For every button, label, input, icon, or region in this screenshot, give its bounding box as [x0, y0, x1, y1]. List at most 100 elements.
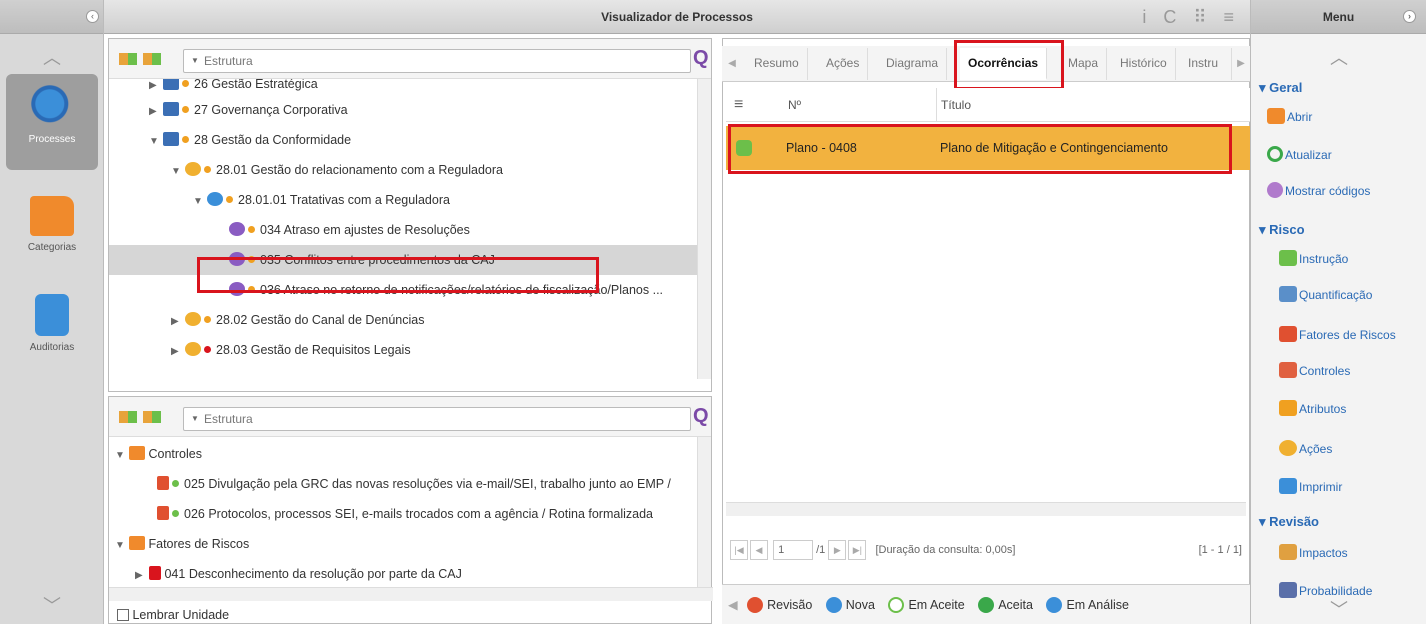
- nav-label-processes: Processes: [28, 134, 76, 145]
- menu-section-risco[interactable]: ▾ Risco: [1259, 222, 1305, 238]
- tab-historico[interactable]: Histórico: [1112, 48, 1176, 80]
- menu-scroll-down-icon[interactable]: ﹀: [1251, 596, 1426, 624]
- collapse-left-icon[interactable]: ‹: [86, 10, 99, 23]
- next-page-icon[interactable]: ▶: [828, 540, 847, 560]
- tree-list: ▶ 26 Gestão Estratégica ▶ 27 Governança Co…: [109, 79, 699, 391]
- collapse-menu-icon[interactable]: ›: [1403, 10, 1416, 23]
- search-icon[interactable]: Q: [693, 47, 709, 70]
- menu-item-label: Imprimir: [1299, 480, 1343, 494]
- menu-item-label: Ações: [1299, 442, 1333, 456]
- column-number[interactable]: Nº: [788, 88, 801, 122]
- grid-horizontal-scrollbar[interactable]: [726, 502, 1246, 516]
- tree-node-label: Controles: [148, 447, 202, 461]
- action-label: Em Análise: [1066, 598, 1129, 612]
- last-page-icon[interactable]: ▶|: [848, 540, 867, 560]
- tab-diagrama[interactable]: Diagrama: [878, 48, 948, 80]
- flask-icon: [1046, 597, 1063, 613]
- folder-icon: [129, 536, 145, 550]
- menu-item-mostrar-codigos[interactable]: Mostrar códigos: [1267, 178, 1370, 204]
- actions-scroll-left-icon[interactable]: ◀: [728, 598, 738, 612]
- page-title: Visualizador de Processos: [601, 10, 753, 24]
- tree-node[interactable]: ▼ Fatores de Riscos: [115, 529, 249, 559]
- vertical-scrollbar[interactable]: [697, 79, 711, 379]
- tab-instru[interactable]: Instru: [1180, 48, 1232, 80]
- menu-section-revisao[interactable]: ▾ Revisão: [1259, 514, 1319, 530]
- nav-item-categorias[interactable]: Categorias: [6, 186, 98, 266]
- horizontal-scrollbar[interactable]: [109, 587, 713, 601]
- nav-scroll-up-icon[interactable]: ︿: [0, 40, 104, 76]
- menu-item-abrir[interactable]: Abrir: [1267, 104, 1312, 130]
- tabs-scroll-left-icon[interactable]: ◀: [724, 48, 740, 80]
- highlight-box: [197, 257, 599, 293]
- action-nova-button[interactable]: Nova: [825, 597, 875, 613]
- menu-item-label: Fatores de Riscos: [1299, 328, 1396, 342]
- tree-node[interactable]: ▶ 27 Governança Corporativa: [149, 95, 348, 125]
- action-bar: ◀ Revisão Nova Em Aceite Aceita Em Análi…: [722, 584, 1250, 624]
- left-nav-header: ‹: [0, 0, 103, 34]
- tabs-scroll-right-icon[interactable]: ▶: [1234, 48, 1248, 80]
- menu-item-atributos[interactable]: Atributos: [1279, 396, 1346, 422]
- tree-node-label: 025 Divulgação pela GRC das novas resolu…: [184, 477, 671, 491]
- menu-section-geral[interactable]: ▾ Geral: [1259, 80, 1302, 96]
- calculator-icon: [1279, 286, 1297, 302]
- gear-icon: [185, 312, 201, 326]
- structure-dropdown[interactable]: Estrutura: [183, 407, 691, 431]
- tree-node-label: 28.01.01 Tratativas com a Reguladora: [238, 193, 450, 207]
- action-em-aceite-button[interactable]: Em Aceite: [888, 597, 965, 613]
- tree-node[interactable]: 026 Protocolos, processos SEI, e-mails t…: [157, 499, 653, 529]
- risk-factor-icon: [1279, 326, 1297, 342]
- column-title[interactable]: Título: [936, 88, 971, 122]
- menu-item-acoes[interactable]: Ações: [1279, 436, 1332, 462]
- tab-resumo[interactable]: Resumo: [746, 48, 808, 80]
- grid-menu-icon[interactable]: ≡: [734, 88, 743, 122]
- gear-icon: [185, 342, 201, 356]
- tab-acoes[interactable]: Ações: [818, 48, 869, 80]
- detail-tree-panel: Estrutura Q ▼ Controles 025 Divulgação p…: [108, 396, 713, 625]
- tree-node-label: 26 Gestão Estratégica: [194, 79, 318, 91]
- nav-scroll-down-icon[interactable]: ﹀: [0, 588, 104, 624]
- prev-page-icon[interactable]: ◀: [750, 540, 768, 560]
- tab-mapa[interactable]: Mapa: [1060, 48, 1108, 80]
- remember-unit-checkbox[interactable]: Lembrar Unidade: [117, 605, 229, 625]
- menu-item-atualizar[interactable]: Atualizar: [1267, 142, 1332, 168]
- tree-node-label: 28.01 Gestão do relacionamento com a Reg…: [216, 163, 503, 177]
- tree-node-label: 28 Gestão da Conformidade: [194, 133, 352, 147]
- tree-node[interactable]: 025 Divulgação pela GRC das novas resolu…: [157, 469, 671, 499]
- tree-node[interactable]: ▼ Controles: [115, 439, 202, 469]
- menu-item-quantificacao[interactable]: Quantificação: [1279, 282, 1372, 308]
- tree-node[interactable]: ▼ 28 Gestão da Conformidade: [149, 125, 351, 155]
- structure-dropdown[interactable]: Estrutura: [183, 49, 691, 73]
- menu-item-impactos[interactable]: Impactos: [1279, 540, 1348, 566]
- folder-icon: [129, 446, 145, 460]
- tree-node[interactable]: ▼ 28.01.01 Tratativas com a Reguladora: [193, 185, 450, 215]
- first-page-icon[interactable]: |◀: [730, 540, 748, 560]
- tree-node[interactable]: ▶ 041 Desconhecimento da resolução por p…: [135, 559, 462, 587]
- menu-item-imprimir[interactable]: Imprimir: [1279, 474, 1342, 500]
- section-title: Geral: [1269, 80, 1303, 95]
- query-duration: [Duração da consulta: 0,00s]: [875, 544, 1016, 556]
- nav-item-processes[interactable]: Processes: [6, 74, 98, 170]
- menu-scroll-up-icon[interactable]: ︿: [1251, 40, 1426, 76]
- action-em-analise-button[interactable]: Em Análise: [1046, 597, 1129, 613]
- search-icon[interactable]: Q: [693, 405, 709, 428]
- header-tools-icon[interactable]: i C ⠿ ≡: [1142, 0, 1240, 34]
- action-aceita-button[interactable]: Aceita: [978, 597, 1033, 613]
- structure-icon[interactable]: [119, 411, 169, 425]
- nav-item-auditorias[interactable]: Auditorias: [6, 284, 98, 364]
- page-input[interactable]: 1: [773, 540, 814, 560]
- process-tree-panel: Estrutura Q ▶26 Gestão Estratégica ▶27 G…: [108, 38, 712, 392]
- nav-label-categorias: Categorias: [27, 242, 77, 253]
- action-revisao-button[interactable]: Revisão: [747, 597, 812, 613]
- tree-node[interactable]: ▼ 28.01 Gestão do relacionamento com a Re…: [171, 155, 503, 185]
- checkbox-icon[interactable]: [117, 609, 129, 621]
- tree-node[interactable]: ▶ 28.03 Gestão de Requisitos Legais: [171, 335, 411, 365]
- menu-item-instrucao[interactable]: Instrução: [1279, 246, 1348, 272]
- tree-node[interactable]: ▶ 28.02 Gestão do Canal de Denúncias: [171, 305, 424, 335]
- structure-icon[interactable]: [119, 53, 169, 67]
- menu-item-controles[interactable]: Controles: [1279, 358, 1350, 384]
- tree-node[interactable]: 034 Atraso em ajustes de Resoluções: [229, 215, 470, 245]
- grid-header: ≡ Nº Título: [726, 88, 1250, 122]
- vertical-scrollbar[interactable]: [697, 437, 711, 587]
- menu-item-label: Abrir: [1287, 110, 1313, 124]
- menu-item-fatores-de-riscos[interactable]: Fatores de Riscos: [1279, 322, 1396, 348]
